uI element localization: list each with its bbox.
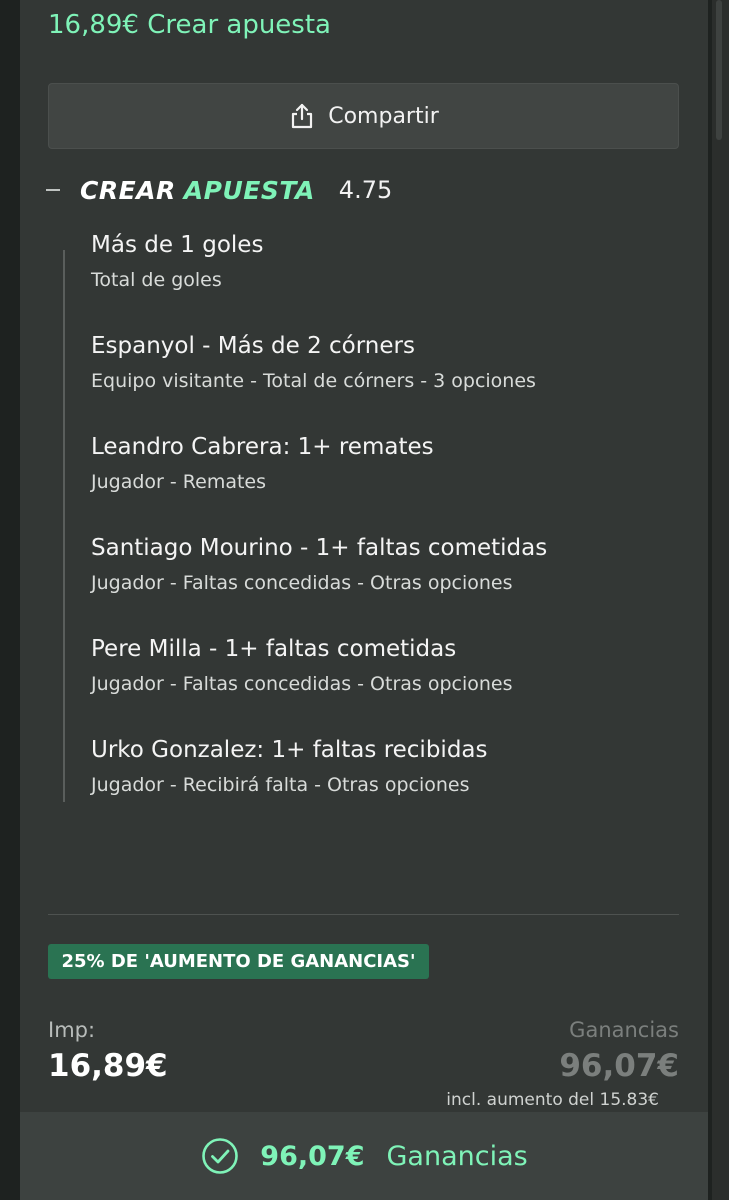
stake-value[interactable]: 16,89€ bbox=[48, 1048, 168, 1084]
cta-label: Ganancias bbox=[386, 1140, 528, 1172]
place-bet-button[interactable]: 96,07€ Ganancias bbox=[20, 1112, 708, 1200]
winnings-label: Ganancias bbox=[569, 1018, 679, 1042]
boost-note: incl. aumento del 15.83€ bbox=[446, 1090, 659, 1110]
selection-title: Espanyol - Más de 2 córners bbox=[91, 333, 415, 359]
selection-item: Santiago Mourino - 1+ faltas cometidas J… bbox=[91, 531, 681, 632]
selection-item: Pere Milla - 1+ faltas cometidas Jugador… bbox=[91, 632, 681, 733]
scrollbar[interactable] bbox=[712, 0, 729, 1200]
collapse-icon[interactable] bbox=[46, 189, 60, 191]
selection-subtitle: Jugador - Remates bbox=[91, 471, 267, 493]
winnings-value: 96,07€ bbox=[559, 1048, 679, 1084]
selection-item: Más de 1 goles Total de goles bbox=[91, 228, 681, 329]
scrollbar-thumb[interactable] bbox=[716, 0, 722, 140]
selection-title: Pere Milla - 1+ faltas cometidas bbox=[91, 636, 457, 662]
selection-title: Urko Gonzalez: 1+ faltas recibidas bbox=[91, 737, 488, 763]
stake-label: Imp: bbox=[48, 1018, 96, 1042]
timeline-line bbox=[63, 250, 65, 802]
share-label: Compartir bbox=[328, 103, 439, 129]
selection-title: Santiago Mourino - 1+ faltas cometidas bbox=[91, 535, 548, 561]
selection-subtitle: Jugador - Recibirá falta - Otras opcione… bbox=[91, 774, 470, 796]
share-icon bbox=[292, 103, 313, 129]
selection-title: Más de 1 goles bbox=[91, 232, 264, 258]
selection-title: Leandro Cabrera: 1+ remates bbox=[91, 434, 434, 460]
selection-item: Espanyol - Más de 2 córners Equipo visit… bbox=[91, 329, 681, 430]
selection-subtitle: Jugador - Faltas concedidas - Otras opci… bbox=[91, 673, 513, 695]
share-button[interactable]: Compartir bbox=[48, 83, 679, 149]
brand-apuesta: APUESTA bbox=[183, 175, 315, 205]
selection-subtitle: Equipo visitante - Total de córners - 3 … bbox=[91, 370, 536, 392]
selection-item: Leandro Cabrera: 1+ remates Jugador - Re… bbox=[91, 430, 681, 531]
selection-item: Urko Gonzalez: 1+ faltas recibidas Jugad… bbox=[91, 733, 681, 834]
selection-list: Más de 1 goles Total de goles Espanyol -… bbox=[91, 228, 681, 834]
selection-subtitle: Total de goles bbox=[91, 269, 222, 291]
divider bbox=[48, 914, 679, 915]
header-title: 16,89€ Crear apuesta bbox=[48, 10, 331, 40]
check-circle-icon bbox=[202, 1138, 239, 1174]
boost-badge: 25% DE 'AUMENTO DE GANANCIAS' bbox=[48, 944, 429, 979]
combined-odds: 4.75 bbox=[338, 176, 393, 204]
selection-subtitle: Jugador - Faltas concedidas - Otras opci… bbox=[91, 572, 513, 594]
bet-builder-header[interactable]: CREAR APUESTA 4.75 bbox=[46, 172, 392, 208]
cta-amount: 96,07€ bbox=[260, 1140, 365, 1172]
brand-crear: CREAR bbox=[80, 175, 176, 205]
